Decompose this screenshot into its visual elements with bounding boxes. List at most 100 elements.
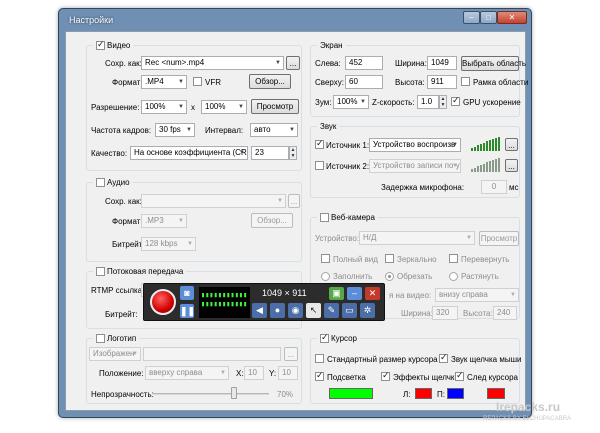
zoom-select[interactable]: 100% [333,95,369,109]
stretch-radio[interactable] [449,272,458,281]
trail-checkbox[interactable] [455,370,464,381]
opacity-slider-track[interactable] [153,393,269,395]
fps-select[interactable]: 30 fps [155,123,195,137]
screen-top-input[interactable]: 60 [345,75,383,89]
mic-delay-input[interactable]: 0 [481,180,507,194]
click-fx-checkbox[interactable] [381,370,390,381]
video-browse-button[interactable]: Обзор... [249,74,291,89]
webcam-icon[interactable]: ◉ [288,303,303,318]
highlight-color-swatch[interactable] [329,388,373,399]
zspeed-spinner[interactable]: ▲ ▼ [439,95,447,109]
resolution-width-select[interactable]: 100% [141,100,187,114]
webcam-checkbox[interactable] [320,213,329,222]
audio-more-button[interactable]: ... [288,194,300,208]
logo-type-select[interactable]: Изображен [89,347,141,361]
webcam-width-input[interactable]: 320 [432,306,458,320]
video-format-select[interactable]: .MP4 [141,75,187,89]
gear-icon[interactable]: ✲ [360,303,375,318]
right-click-color-swatch[interactable] [447,388,464,399]
source1-more-button[interactable]: ... [505,138,518,151]
video-preview-button[interactable]: Просмотр [251,99,299,114]
trail-color-swatch[interactable] [487,388,505,399]
minimize-toolbar-icon[interactable]: – [347,287,362,300]
quality-value-input[interactable]: 23 [251,146,289,160]
logo-path-input[interactable] [143,347,281,361]
window-mode-icon[interactable]: ▣ [329,287,344,300]
opacity-slider-thumb[interactable] [231,387,237,399]
audio-format-label: Формат: [112,217,143,226]
logo-more-button[interactable]: ... [284,347,298,361]
fullview-checkbox[interactable] [321,254,330,263]
close-icon[interactable]: ✕ [365,287,380,300]
source2-more-button[interactable]: ... [505,159,518,172]
stream-bitrate-label: Битрейт: [105,310,138,319]
source1-checkbox[interactable] [315,138,324,149]
microphone-icon[interactable]: ● [270,303,285,318]
select-area-button[interactable]: Выбрать область [461,56,526,71]
source1-select[interactable]: Устройство воспроизв [369,138,461,152]
fill-label: Заполнить [333,272,373,281]
stream-checkbox[interactable] [96,267,105,276]
video-more-button[interactable]: ... [286,56,300,70]
fill-radio[interactable] [321,272,330,281]
mic-delay-label: Задержка микрофона: [381,183,465,192]
std-size-checkbox[interactable] [315,354,324,363]
logo-position-select[interactable]: вверху справа [145,366,229,380]
audio-filename-input[interactable] [141,194,286,208]
webcam-position-select[interactable]: внизу справа [435,288,519,302]
minimize-button[interactable]: – [463,11,480,24]
audio-group: Аудио Сохр. как: ... Формат: .MP3 Обзор.… [86,177,302,262]
close-window-button[interactable]: ✕ [497,11,527,24]
webcam-height-input[interactable]: 240 [493,306,517,320]
folder-icon[interactable]: ▭ [342,303,357,318]
quality-mode-select[interactable]: На основе коэффициента (CR [130,146,248,160]
cursor-label: Курсор [331,334,358,343]
source2-checkbox[interactable] [315,161,324,170]
flip-checkbox[interactable] [449,254,458,263]
logo-y-label: Y: [269,369,277,378]
camera-icon[interactable]: ◙ [180,286,194,300]
source2-select[interactable]: Устройство записи по у [369,159,461,173]
video-filename-input[interactable]: Rec <num>.mp4 [141,56,284,70]
audio-checkbox[interactable] [96,178,105,187]
source2-label: Источник 2: [326,162,370,171]
frame-area-checkbox[interactable] [461,77,470,86]
quality-label: Качество: [91,149,128,158]
pause-icon[interactable]: ❚❚ [180,304,195,318]
audio-bitrate-select[interactable]: 128 kbps [141,237,196,251]
gpu-label: GPU ускорение [463,98,521,107]
screen-width-input[interactable]: 1049 [427,56,457,70]
fps-label: Частота кадров: [91,126,152,135]
webcam-height-label: Высота: [463,309,493,318]
zspeed-input[interactable]: 1.0 [417,95,439,109]
webcam-preview-button[interactable]: Просмотр [479,231,519,246]
vfr-checkbox[interactable] [193,77,202,86]
cursor-icon[interactable]: ↖ [306,303,321,318]
screen-left-input[interactable]: 452 [345,56,383,70]
logo-y-input[interactable]: 10 [278,366,298,380]
video-format-label: Формат: [112,78,143,87]
screen-height-input[interactable]: 911 [427,75,457,89]
highlight-checkbox[interactable] [315,370,324,381]
video-checkbox[interactable] [96,39,105,50]
speaker-icon[interactable]: ◀ [252,303,267,318]
resolution-height-select[interactable]: 100% [201,100,247,114]
logo-x-input[interactable]: 10 [244,366,264,380]
webcam-device-select[interactable]: Н/Д [359,231,475,245]
watermark-site: Irepacks.ru [496,400,561,414]
audio-format-select[interactable]: .MP3 [141,214,187,228]
mirror-checkbox[interactable] [385,254,394,263]
left-click-color-swatch[interactable] [415,388,432,399]
crop-radio[interactable] [385,272,394,281]
gpu-checkbox[interactable] [451,95,460,106]
cursor-checkbox[interactable] [320,332,329,343]
source1-level-meter [471,137,500,151]
maximize-button[interactable]: □ [480,11,497,24]
record-button[interactable] [150,289,176,315]
click-sound-checkbox[interactable] [439,352,448,363]
audio-browse-button[interactable]: Обзор... [251,213,293,228]
pen-icon[interactable]: ✎ [324,303,339,318]
interval-select[interactable]: авто [250,123,298,137]
quality-spinner[interactable]: ▲ ▼ [289,146,297,160]
logo-checkbox[interactable] [96,334,105,343]
